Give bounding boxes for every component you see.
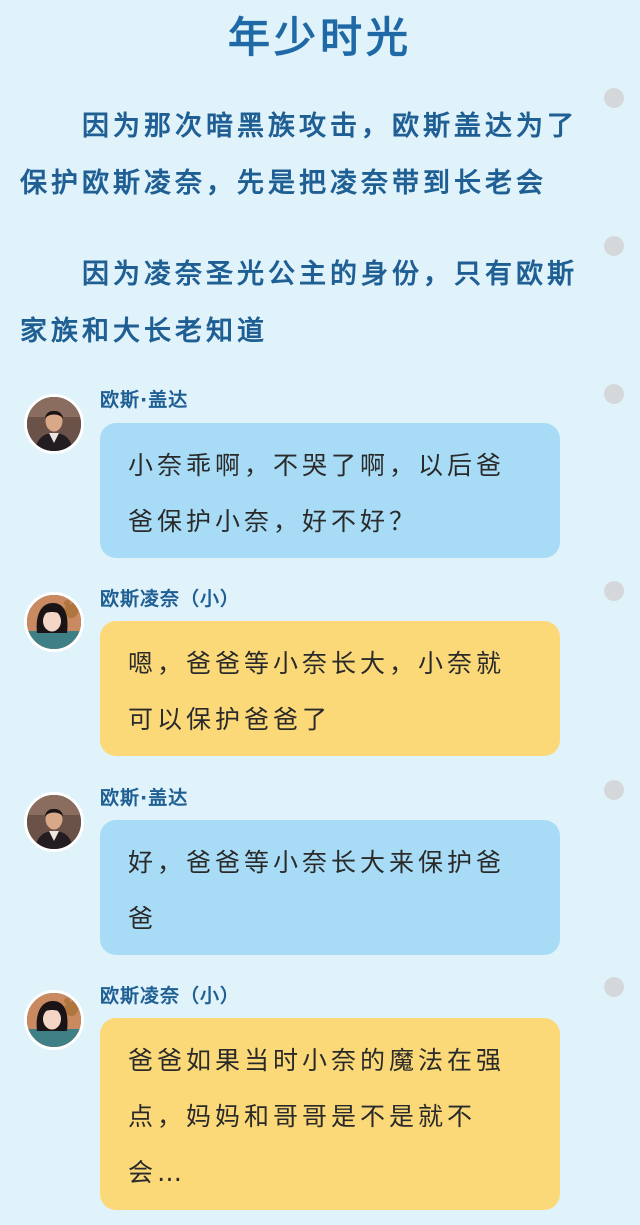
girl-avatar	[24, 592, 84, 652]
girl-portrait-icon	[27, 993, 81, 1047]
girl-avatar	[24, 990, 84, 1050]
scroll-dot[interactable]	[604, 88, 624, 108]
scroll-dot[interactable]	[604, 581, 624, 601]
chat-bubble: 爸爸如果当时小奈的魔法在强点，妈妈和哥哥是不是就不会…	[100, 1018, 560, 1210]
father-avatar	[24, 792, 84, 852]
narration-paragraph: 因为那次暗黑族攻击，欧斯盖达为了保护欧斯凌奈，先是把凌奈带到长老会	[20, 111, 578, 199]
chat-bubble: 好，爸爸等小奈长大来保护爸爸	[100, 820, 560, 955]
scroll-dot[interactable]	[604, 780, 624, 800]
page: { "title": "年少时光", "narration": [ "因为那次暗…	[0, 0, 640, 1225]
scroll-dot[interactable]	[604, 977, 624, 997]
speaker-name: 欧斯·盖达	[100, 389, 189, 411]
speaker-name: 欧斯凌奈（小）	[100, 985, 241, 1007]
narration-paragraph: 因为凌奈圣光公主的身份，只有欧斯家族和大长老知道	[20, 259, 578, 347]
page-title: 年少时光	[227, 13, 412, 62]
scroll-dot[interactable]	[604, 384, 624, 404]
scroll-dot[interactable]	[604, 236, 624, 256]
speaker-name: 欧斯凌奈（小）	[100, 588, 241, 610]
father-portrait-icon	[27, 795, 81, 849]
girl-portrait-icon	[27, 595, 81, 649]
speaker-name: 欧斯·盖达	[100, 787, 189, 809]
father-portrait-icon	[27, 397, 81, 451]
chat-bubble: 小奈乖啊，不哭了啊，以后爸爸保护小奈，好不好？	[100, 423, 560, 558]
chat-bubble: 嗯，爸爸等小奈长大，小奈就可以保护爸爸了	[100, 621, 560, 756]
father-avatar	[24, 394, 84, 454]
